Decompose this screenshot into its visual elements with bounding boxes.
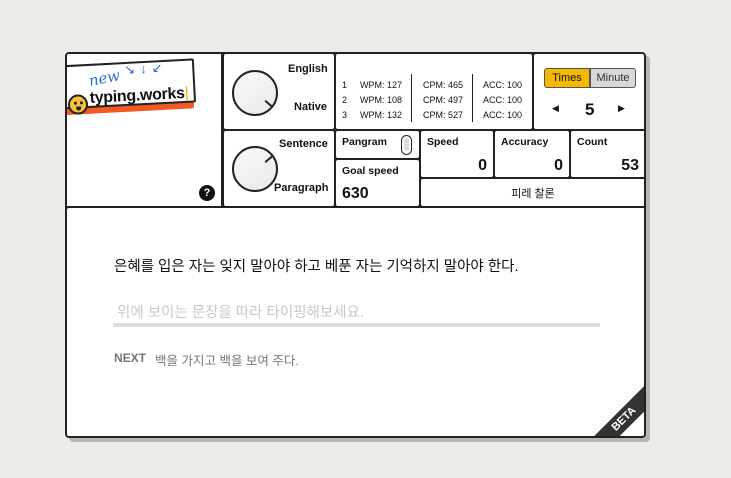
test-mode-panel: Times Minute ◀ 5 ▶ [532,54,644,131]
language-panel: English Native [222,54,336,131]
sentence-option[interactable]: Sentence [279,138,328,150]
pangram-panel: Pangram [334,129,421,160]
pangram-toggle[interactable] [401,135,412,155]
source-author: 피레 찰론 [511,188,555,200]
goal-speed-label: Goal speed [342,165,399,177]
logo-panel: new ↘↓↙ typing.works| ? [67,54,223,208]
help-icon[interactable]: ? [199,185,215,201]
count-panel: Count 53 [569,129,644,179]
count-value: 53 [621,157,639,174]
speed-label: Speed [427,136,459,148]
language-knob[interactable] [232,70,278,116]
mode-knob[interactable] [232,146,278,192]
logo-new-label: new [87,66,122,90]
target-sentence: 은혜를 입은 자는 잊지 말아야 하고 베푼 자는 기억하지 말아야 한다. [114,259,519,275]
next-sentence: 백을 가지고 백을 보여 주다. [155,354,299,368]
english-option[interactable]: English [288,63,328,75]
mode-panel: Sentence Paragraph [222,129,336,208]
source-panel: 피레 찰론 [419,177,644,208]
accuracy-panel: Accuracy 0 [493,129,571,179]
beta-ribbon: BETA [585,380,644,436]
tab-times[interactable]: Times [544,68,590,88]
speed-panel: Speed 0 [419,129,495,179]
count-label: Count [577,136,608,148]
goal-speed-value[interactable]: 630 [342,185,369,203]
goal-speed-panel: Goal speed 630 [334,158,421,208]
native-option[interactable]: Native [294,101,327,113]
count-value: 5 [585,100,595,119]
accuracy-value: 0 [554,157,563,174]
pangram-label: Pangram [342,136,387,148]
accuracy-label: Accuracy [501,136,549,148]
typing-app-frame: new ↘↓↙ typing.works| ? English Native S… [65,52,646,438]
typing-panel: 은혜를 입은 자는 잊지 말아야 하고 베푼 자는 기억하지 말아야 한다. N… [67,206,644,436]
typing-input[interactable] [113,303,600,327]
next-label: NEXT [114,351,147,365]
prev-arrow-icon[interactable]: ◀ [552,103,559,114]
paragraph-option[interactable]: Paragraph [274,182,328,194]
logo[interactable]: new ↘↓↙ typing.works| [67,58,201,116]
next-arrow-icon[interactable]: ▶ [618,103,625,114]
arrow-icons: ↘↓↙ [123,59,168,78]
speed-value: 0 [478,157,487,174]
tab-minute[interactable]: Minute [590,68,636,88]
records-panel: 1 WPM: 127 CPM: 465 ACC: 100 2 WPM: 108 … [334,54,534,131]
